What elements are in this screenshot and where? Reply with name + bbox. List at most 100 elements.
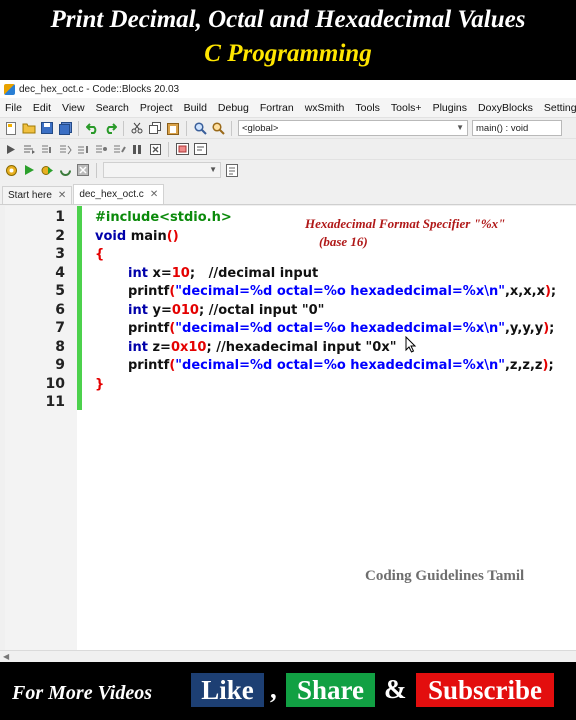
step-out-icon[interactable]: [76, 142, 90, 156]
next-line-icon[interactable]: [40, 142, 54, 156]
menu-doxyblocks[interactable]: DoxyBlocks: [478, 102, 533, 114]
undo-icon[interactable]: [85, 121, 99, 135]
abort-icon[interactable]: [76, 163, 90, 177]
paste-icon[interactable]: [166, 121, 180, 135]
line-number-gutter: 1 2 3 4 5 6 7 8 9 10 11: [5, 206, 77, 650]
menu-search[interactable]: Search: [96, 102, 129, 114]
menu-tools-plus[interactable]: Tools+: [391, 102, 422, 114]
chevron-down-icon: ▼: [456, 123, 464, 132]
save-all-icon[interactable]: [58, 121, 72, 135]
editor-tabs: Start here ✕ dec_hex_oct.c ✕: [0, 184, 576, 205]
code-line: printf("decimal=%d octal=%o hexadedcimal…: [128, 358, 554, 373]
annotation-base: (base 16): [319, 234, 368, 249]
step-instruction-icon[interactable]: [112, 142, 126, 156]
toolbar-separator: [123, 120, 124, 136]
menu-project[interactable]: Project: [140, 102, 173, 114]
menu-edit[interactable]: Edit: [33, 102, 51, 114]
line-number: 2: [55, 228, 65, 244]
chevron-left-icon[interactable]: ◀: [3, 652, 9, 661]
menu-debug[interactable]: Debug: [218, 102, 249, 114]
line-number: 1: [55, 209, 65, 225]
video-subtitle: C Programming: [204, 40, 372, 67]
code-line: int x=10; //decimal input: [128, 266, 319, 281]
debug-start-icon[interactable]: [4, 142, 18, 156]
chevron-down-icon: ▼: [209, 165, 217, 174]
code-line: int z=0x10; //hexadecimal input "0x": [128, 340, 397, 355]
menu-view[interactable]: View: [62, 102, 85, 114]
menu-fortran[interactable]: Fortran: [260, 102, 294, 114]
line-number: 4: [55, 265, 65, 281]
code-line: printf("decimal=%d octal=%o hexadedcimal…: [128, 321, 555, 336]
run-to-cursor-icon[interactable]: [22, 142, 36, 156]
menu-bar: File Edit View Search Project Build Debu…: [0, 98, 576, 117]
change-marker-bar: [77, 206, 82, 410]
close-icon[interactable]: ✕: [58, 190, 66, 201]
save-icon[interactable]: [40, 121, 54, 135]
menu-build[interactable]: Build: [184, 102, 207, 114]
more-videos-text: For More Videos: [12, 682, 153, 704]
close-icon[interactable]: ✕: [150, 189, 158, 200]
code-editor[interactable]: 1 2 3 4 5 6 7 8 9 10 11 #include<stdio.h…: [5, 206, 576, 650]
open-folder-icon[interactable]: [22, 121, 36, 135]
line-number: 10: [45, 376, 65, 392]
comma-text: ,: [270, 674, 277, 704]
tab-dec-hex-oct[interactable]: dec_hex_oct.c ✕: [73, 184, 165, 204]
like-button[interactable]: Like: [191, 673, 264, 707]
line-number: 11: [45, 394, 65, 410]
toolbar-separator: [168, 141, 169, 157]
horizontal-scrollbar[interactable]: ◀: [0, 650, 576, 662]
window-titlebar: dec_hex_oct.c - Code::Blocks 20.03: [0, 80, 576, 98]
rebuild-icon[interactable]: [58, 163, 72, 177]
new-file-icon[interactable]: [4, 121, 18, 135]
line-number: 6: [55, 302, 65, 318]
line-number: 5: [55, 283, 65, 299]
line-number: 9: [55, 357, 65, 373]
build-gear-icon[interactable]: [4, 163, 18, 177]
menu-settings[interactable]: Settings: [544, 102, 576, 114]
build-toolbar: ▼: [0, 159, 576, 180]
build-and-run-icon[interactable]: [40, 163, 54, 177]
annotation-hex-specifier: Hexadecimal Format Specifier "%x": [305, 216, 506, 231]
channel-watermark: Coding Guidelines Tamil: [365, 568, 525, 584]
video-title-banner: Print Decimal, Octal and Hexadecimal Val…: [0, 0, 576, 80]
scope-combo[interactable]: <global> ▼: [238, 120, 468, 136]
share-button[interactable]: Share: [286, 673, 375, 707]
step-into-icon[interactable]: [58, 142, 72, 156]
stop-debugger-icon[interactable]: [148, 142, 162, 156]
menu-plugins[interactable]: Plugins: [433, 102, 467, 114]
codeblocks-window: dec_hex_oct.c - Code::Blocks 20.03 File …: [0, 80, 576, 662]
tab-start-here[interactable]: Start here ✕: [2, 186, 73, 204]
toolbar-separator: [186, 120, 187, 136]
mouse-cursor-icon: [405, 336, 417, 353]
line-number: 8: [55, 339, 65, 355]
break-icon[interactable]: [130, 142, 144, 156]
run-icon[interactable]: [22, 163, 36, 177]
debug-info-icon[interactable]: [193, 142, 207, 156]
debug-windows-icon[interactable]: [175, 142, 189, 156]
code-line: printf("decimal=%d octal=%o hexadedcimal…: [128, 284, 557, 299]
debugger-toolbar: [0, 138, 576, 159]
cta-banner: For More Videos Like , Share & Subscribe: [0, 662, 576, 720]
find-icon[interactable]: [193, 121, 207, 135]
build-target-combo[interactable]: ▼: [103, 162, 221, 178]
toolbar-separator: [78, 120, 79, 136]
menu-tools[interactable]: Tools: [355, 102, 380, 114]
code-line: #include<stdio.h>: [95, 210, 232, 225]
next-instruction-icon[interactable]: [94, 142, 108, 156]
main-toolbar: <global> ▼ main() : void: [0, 117, 576, 138]
redo-icon[interactable]: [103, 121, 117, 135]
function-combo[interactable]: main() : void: [472, 120, 562, 136]
cut-icon[interactable]: [130, 121, 144, 135]
line-number: 7: [55, 320, 65, 336]
code-line: int y=010; //octal input "0": [128, 303, 325, 318]
show-select-target-icon[interactable]: [225, 163, 239, 177]
toolbar-separator: [231, 120, 232, 136]
copy-icon[interactable]: [148, 121, 162, 135]
toolbar-separator: [96, 162, 97, 178]
menu-wxsmith[interactable]: wxSmith: [305, 102, 345, 114]
replace-icon[interactable]: [211, 121, 225, 135]
ampersand-text: &: [384, 674, 407, 704]
code-line: }: [95, 377, 105, 392]
subscribe-button[interactable]: Subscribe: [416, 673, 554, 707]
menu-file[interactable]: File: [5, 102, 22, 114]
